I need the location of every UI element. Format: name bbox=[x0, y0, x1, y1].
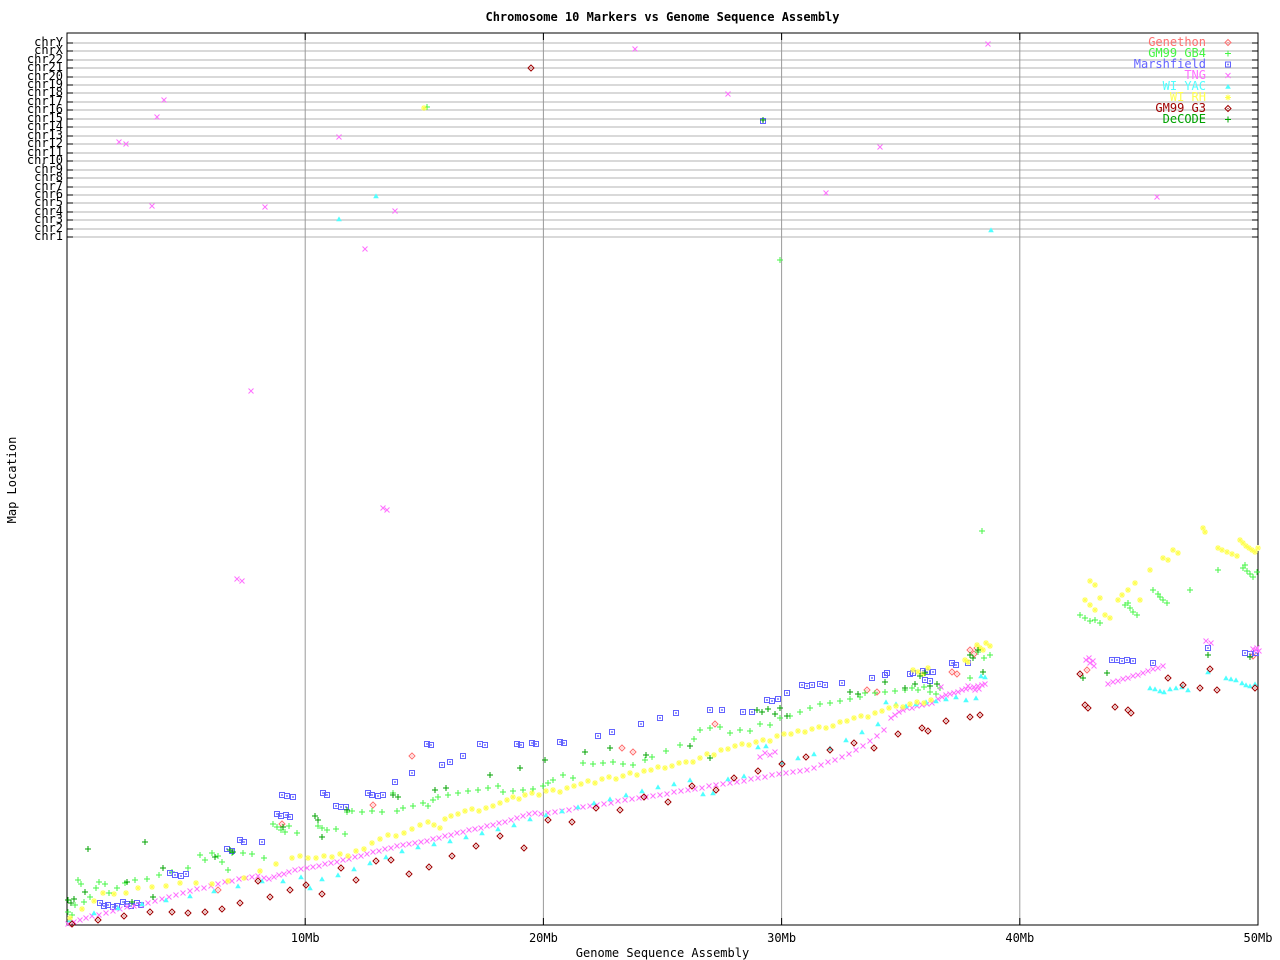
legend-marker-tng-icon bbox=[1206, 70, 1250, 81]
x-tick-40mb: 40Mb bbox=[1005, 931, 1034, 945]
x-axis-label: Genome Sequence Assembly bbox=[67, 946, 1258, 960]
x-tick-10mb: 10Mb bbox=[291, 931, 320, 945]
series-wi-rh bbox=[67, 105, 1261, 921]
series-gm99-gb4 bbox=[65, 104, 1260, 918]
x-tick-30mb: 30Mb bbox=[767, 931, 796, 945]
legend-row-decode: DeCODE bbox=[1120, 114, 1250, 125]
chrom-label-chr1: chr1 bbox=[34, 232, 63, 241]
series-wi-yac bbox=[67, 193, 1258, 922]
legend: GenethonGM99 GB4MarshfieldTNGWI YACWI RH… bbox=[1120, 37, 1250, 125]
x-tick-20mb: 20Mb bbox=[529, 931, 558, 945]
legend-marker-wi-yac-icon bbox=[1206, 81, 1250, 92]
legend-marker-marshfield-icon bbox=[1206, 59, 1250, 70]
legend-marker-genethon-icon bbox=[1206, 37, 1250, 48]
series-tng bbox=[66, 42, 1262, 927]
series-gm99-g3 bbox=[69, 65, 1258, 927]
x-tick-50mb: 50Mb bbox=[1244, 931, 1273, 945]
legend-label-decode: DeCODE bbox=[1120, 115, 1206, 124]
legend-marker-gm99-g3-icon bbox=[1206, 103, 1250, 114]
legend-marker-gm99-gb4-icon bbox=[1206, 48, 1250, 59]
legend-marker-wi-rh-icon bbox=[1206, 92, 1250, 103]
legend-marker-decode-icon bbox=[1206, 114, 1250, 125]
scatter-plot-canvas bbox=[0, 0, 1280, 960]
chart-window: Chromosome 10 Markers vs Genome Sequence… bbox=[0, 0, 1280, 960]
series-genethon bbox=[215, 645, 1256, 893]
